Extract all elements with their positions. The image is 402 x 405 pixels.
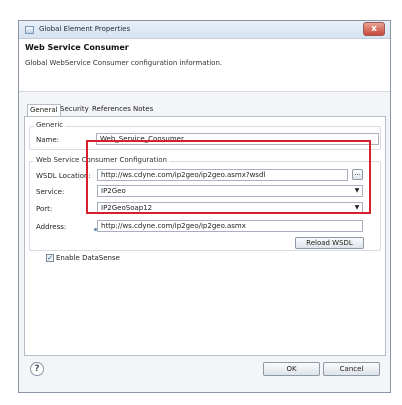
tab-security[interactable]: Security bbox=[58, 104, 91, 116]
wsdl-location-label: WSDL Location: bbox=[36, 172, 91, 180]
header-subtitle: Global WebService Consumer configuration… bbox=[25, 59, 223, 67]
address-label: Address: bbox=[36, 223, 67, 231]
datasense-label: Enable DataSense bbox=[56, 254, 120, 262]
port-label: Port: bbox=[36, 205, 53, 213]
address-input[interactable]: http://ws.cdyne.com/ip2geo/ip2geo.asmx bbox=[97, 220, 363, 232]
window-title: Global Element Properties bbox=[39, 25, 131, 33]
highlight-annotation bbox=[86, 140, 371, 214]
tab-references[interactable]: References bbox=[90, 104, 133, 116]
datasense-checkbox[interactable]: ✓ bbox=[46, 254, 54, 262]
header-title: Web Service Consumer bbox=[25, 43, 129, 52]
tab-notes[interactable]: Notes bbox=[131, 104, 155, 116]
ok-button[interactable]: OK bbox=[263, 362, 320, 376]
service-label: Service: bbox=[36, 188, 65, 196]
name-label: Name: bbox=[36, 136, 60, 144]
title-bar: Global Element Properties x bbox=[19, 21, 390, 39]
reload-wsdl-button[interactable]: Reload WSDL bbox=[295, 237, 364, 249]
close-button[interactable]: x bbox=[363, 22, 385, 36]
window-icon bbox=[25, 26, 34, 34]
generic-group-label: Generic bbox=[34, 121, 66, 129]
help-icon[interactable]: ? bbox=[30, 362, 44, 376]
cancel-button[interactable]: Cancel bbox=[323, 362, 380, 376]
